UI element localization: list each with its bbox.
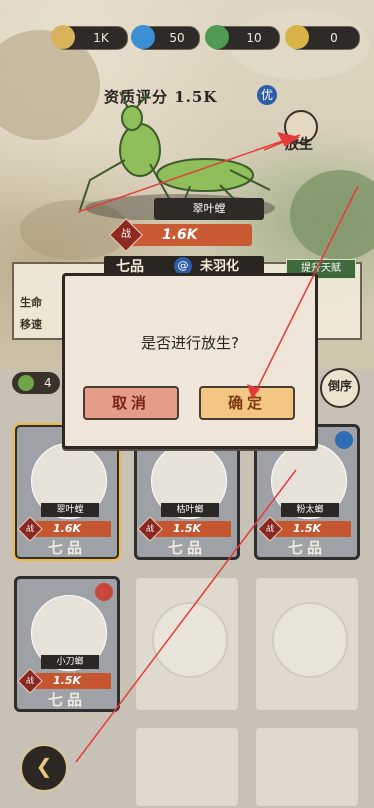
annotation-lines — [75, 132, 359, 763]
